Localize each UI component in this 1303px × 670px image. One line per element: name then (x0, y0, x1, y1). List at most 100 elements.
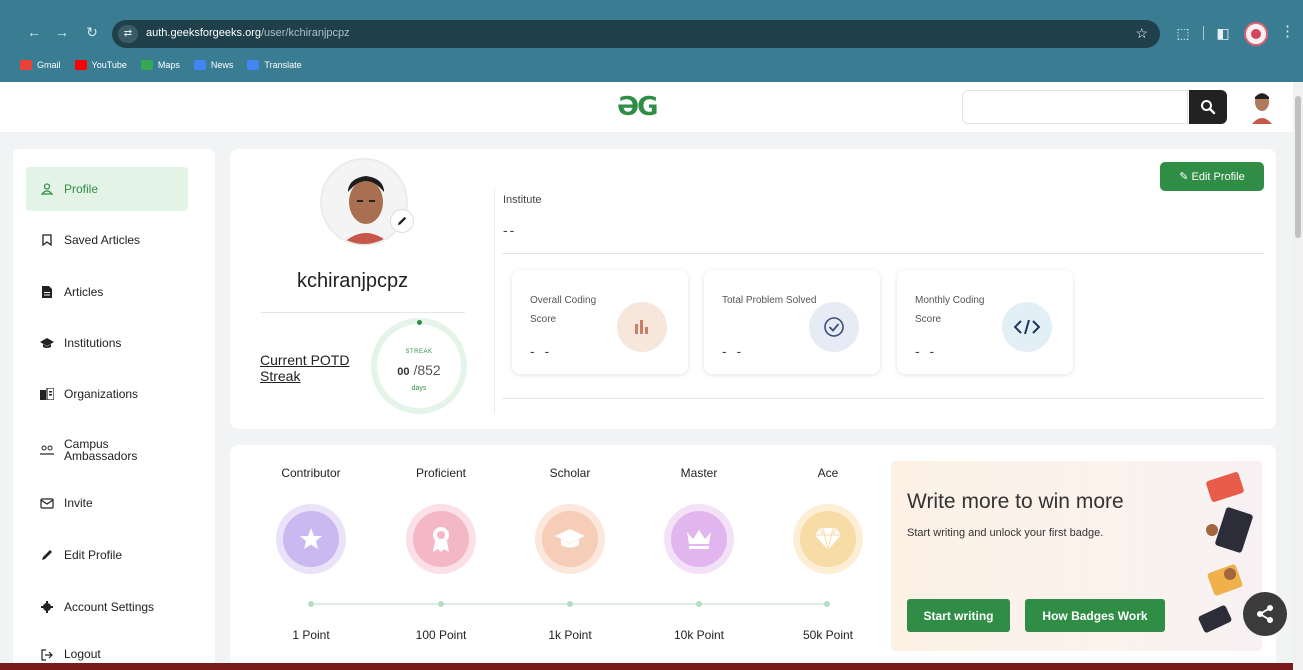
share-button[interactable] (1243, 592, 1287, 636)
stat-value: - - (915, 343, 938, 359)
badge-progress-dot (567, 601, 573, 607)
graduation-cap-icon (40, 336, 54, 350)
sidebar-item-label: Institutions (64, 336, 122, 350)
streak-unit: days (411, 385, 427, 392)
site-info-icon[interactable]: ⇄ (118, 25, 138, 43)
address-bar[interactable]: ⇄ auth.geeksforgeeks.org/user/kchiranjpc… (112, 20, 1160, 48)
stat-value: - - (722, 343, 745, 359)
badge-points: 1 Point (292, 628, 330, 642)
bookmarks-bar: Gmail YouTube Maps News Translate (0, 55, 316, 75)
institute-label: Institute (503, 194, 542, 206)
maps-icon (140, 60, 153, 70)
start-writing-button[interactable]: Start writing (907, 599, 1010, 632)
edit-profile-button[interactable]: ✎ Edit Profile (1160, 162, 1264, 191)
diamond-icon (793, 504, 863, 574)
pencil-icon (397, 216, 407, 226)
browser-profile-avatar[interactable] (1244, 22, 1268, 46)
star-icon (276, 504, 346, 574)
bookmark-star-icon[interactable]: ☆ (1135, 25, 1148, 42)
write-promo-subtitle: Start writing and unlock your first badg… (907, 527, 1104, 539)
edit-avatar-button[interactable] (390, 209, 414, 233)
mail-icon (40, 496, 54, 510)
badge-points: 50k Point (802, 628, 854, 642)
forward-icon[interactable]: → (54, 24, 70, 40)
badge-progress-dot (308, 601, 314, 607)
stat-monthly-coding-score: Monthly Coding Score - - (897, 270, 1073, 374)
sidebar-item-label: Articles (64, 285, 104, 299)
sidebar-item-profile[interactable]: Profile (26, 167, 188, 211)
badge-name: Contributor (281, 466, 341, 480)
group-icon (40, 443, 54, 457)
sidebar-item-logout[interactable]: Logout (26, 638, 188, 666)
bookmark-news[interactable]: News (193, 60, 233, 70)
bookmark-icon (40, 233, 54, 247)
back-icon[interactable]: ← (26, 24, 42, 40)
badge-progress-dot (438, 601, 444, 607)
toolbar-separator (1203, 26, 1204, 40)
sidebar-item-saved-articles[interactable]: Saved Articles (26, 218, 188, 262)
badge-name: Scholar (549, 466, 591, 480)
page-bottom-edge (0, 663, 1293, 670)
bookmark-translate[interactable]: Translate (247, 60, 302, 70)
badge-progress-dot (696, 601, 702, 607)
side-panel-icon[interactable]: ◧ (1214, 24, 1232, 42)
ribbon-icon (406, 504, 476, 574)
sidebar-item-label: Account Settings (64, 600, 155, 614)
stat-overall-coding-score: Overall Coding Score - - (512, 270, 688, 374)
sidebar-item-institutions[interactable]: Institutions (26, 321, 188, 365)
username: kchiranjpcpz (297, 270, 409, 292)
bookmark-youtube[interactable]: YouTube (74, 60, 127, 70)
browser-menu-icon[interactable]: ⋮ (1280, 22, 1295, 40)
sidebar-item-organizations[interactable]: Organizations (26, 372, 188, 416)
extensions-icon[interactable]: ⬚ (1174, 24, 1192, 42)
divider (502, 253, 1264, 254)
pencil-icon: ✎ (1179, 171, 1189, 183)
write-promo-title: Write more to win more (907, 490, 1124, 513)
stat-title: Overall Coding Score (530, 295, 597, 325)
gear-icon (40, 600, 54, 614)
stat-total-problem-solved: Total Problem Solved - - (704, 270, 880, 374)
gmail-icon (20, 60, 32, 70)
badge-name: Ace (817, 466, 839, 480)
institute-value: -- (503, 222, 517, 238)
badge-name: Master (680, 466, 718, 480)
divider (502, 398, 1264, 399)
check-circle-icon (809, 302, 859, 352)
bookmark-gmail[interactable]: Gmail (20, 60, 61, 70)
stat-title: Total Problem Solved (722, 295, 817, 306)
bar-chart-icon (617, 302, 667, 352)
search-input[interactable] (962, 90, 1188, 124)
sidebar-item-articles[interactable]: Articles (26, 270, 188, 314)
scrollbar-thumb[interactable] (1295, 96, 1301, 238)
vertical-divider (494, 188, 495, 414)
badge-points: 100 Point (415, 628, 467, 642)
bookmark-maps[interactable]: Maps (140, 60, 180, 70)
translate-icon (247, 60, 260, 70)
sidebar-item-label: Profile (64, 182, 99, 196)
gfg-logo[interactable]: ƏG (617, 92, 658, 122)
sidebar-item-label: Logout (64, 647, 101, 661)
stat-title: Monthly Coding Score (915, 295, 985, 325)
divider (261, 312, 465, 313)
sidebar-item-invite[interactable]: Invite (26, 481, 188, 525)
sidebar-item-label: Saved Articles (64, 233, 141, 247)
badge-points: 10k Point (673, 628, 725, 642)
how-badges-work-button[interactable]: How Badges Work (1025, 599, 1165, 632)
reload-icon[interactable]: ↻ (84, 24, 100, 40)
graduation-cap-icon (535, 504, 605, 574)
sidebar-item-campus-ambassadors[interactable]: Campus Ambassadors (26, 428, 188, 472)
document-icon (40, 285, 54, 299)
sidebar-item-label: Edit Profile (64, 548, 123, 562)
search-button[interactable] (1189, 90, 1227, 124)
youtube-icon (74, 60, 87, 70)
sidebar-item-edit-profile[interactable]: Edit Profile (26, 533, 188, 577)
user-icon (40, 182, 54, 196)
building-icon (40, 387, 54, 401)
sidebar-item-account-settings[interactable]: Account Settings (26, 585, 188, 629)
streak-label: STREAK (405, 349, 433, 355)
potd-streak-link[interactable]: Current POTD Streak (260, 352, 370, 384)
sidebar-item-label: Campus Ambassadors (64, 437, 138, 463)
user-avatar[interactable] (1250, 90, 1274, 124)
crown-icon (664, 504, 734, 574)
share-icon (1257, 605, 1273, 623)
